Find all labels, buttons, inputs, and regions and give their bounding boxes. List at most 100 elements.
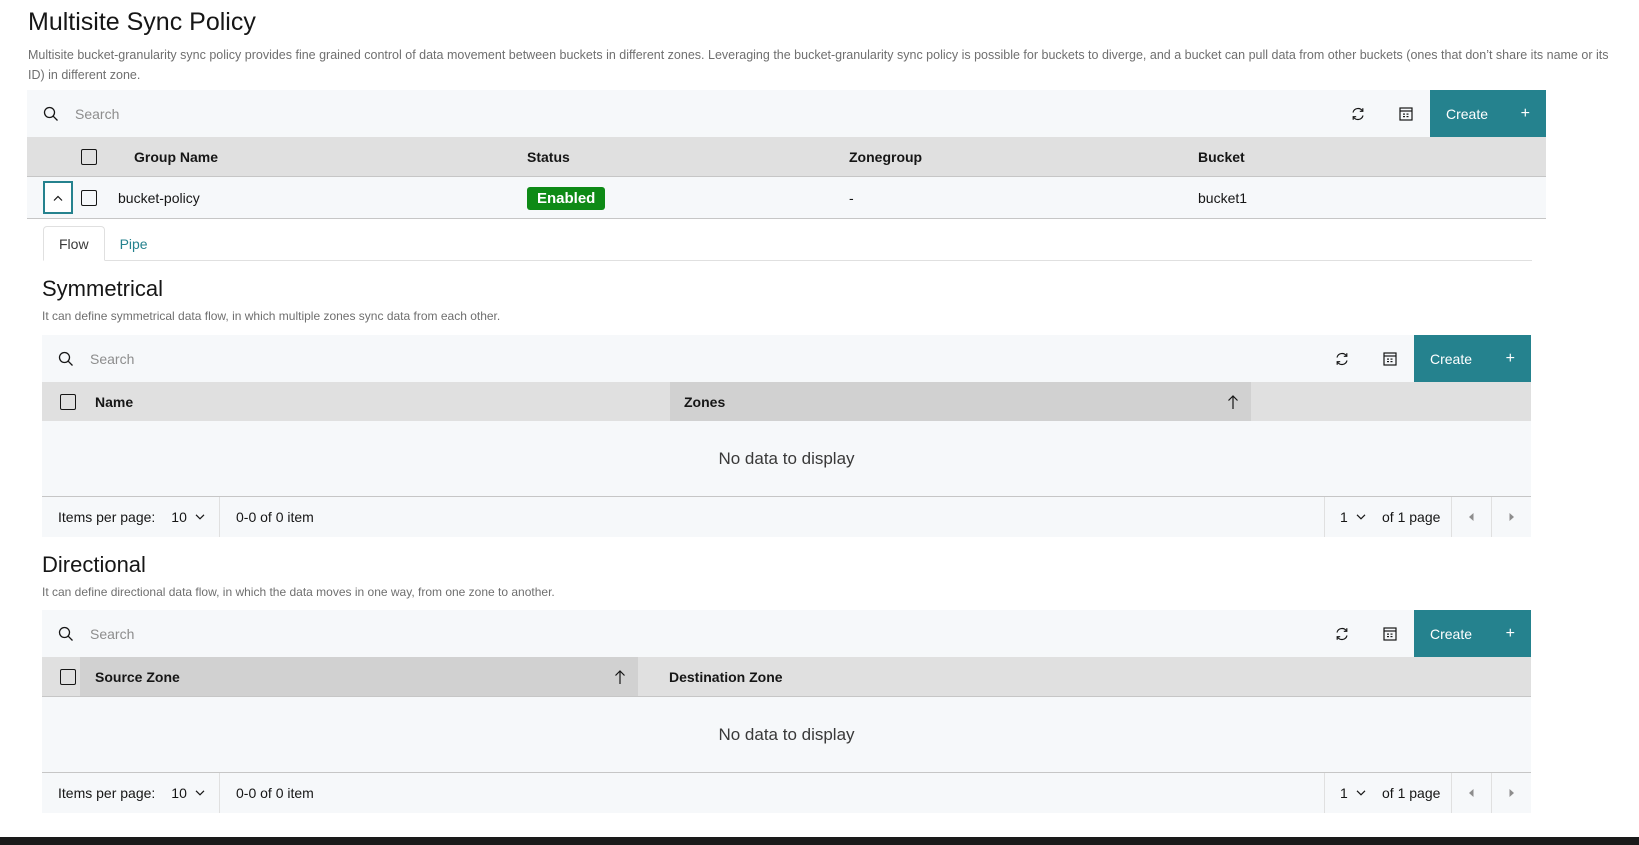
page-select[interactable]: 1 bbox=[1324, 497, 1381, 537]
column-settings-button[interactable] bbox=[1366, 610, 1414, 658]
items-per-page-label: Items per page: bbox=[58, 785, 156, 801]
select-all-checkbox[interactable] bbox=[60, 668, 76, 685]
column-header-zones-label: Zones bbox=[684, 393, 726, 410]
current-page: 1 bbox=[1340, 785, 1348, 801]
table-settings-icon bbox=[1383, 627, 1397, 641]
create-label: Create bbox=[1430, 351, 1473, 367]
symmetrical-table-header: Name Zones bbox=[42, 382, 1531, 422]
items-per-page-value: 10 bbox=[171, 509, 187, 525]
column-header-zones[interactable]: Zones bbox=[670, 382, 1251, 421]
directional-search-input[interactable] bbox=[90, 610, 1318, 658]
refresh-button[interactable] bbox=[1318, 335, 1366, 383]
items-per-page-select[interactable]: 10 bbox=[171, 785, 205, 801]
items-per-page-label: Items per page: bbox=[58, 509, 156, 525]
directional-title: Directional bbox=[42, 552, 146, 577]
row-checkbox[interactable] bbox=[81, 190, 97, 206]
chevron-down-icon bbox=[1356, 790, 1366, 796]
tab-flow[interactable]: Flow bbox=[43, 226, 105, 261]
select-all-checkbox[interactable] bbox=[81, 148, 97, 165]
chevron-down-icon bbox=[195, 514, 205, 520]
main-create-button[interactable]: Create + bbox=[1430, 90, 1546, 138]
status-badge: Enabled bbox=[527, 186, 606, 210]
previous-page-button[interactable] bbox=[1451, 497, 1491, 537]
total-pages: of 1 page bbox=[1382, 785, 1441, 801]
table-settings-icon bbox=[1399, 107, 1413, 121]
caret-left-icon bbox=[1469, 513, 1474, 521]
caret-right-icon bbox=[1509, 513, 1514, 521]
refresh-icon bbox=[1352, 107, 1364, 121]
plus-icon: + bbox=[1520, 105, 1530, 122]
row-collapse-button[interactable] bbox=[43, 181, 73, 214]
plus-icon: + bbox=[1505, 625, 1515, 642]
page-select[interactable]: 1 bbox=[1324, 773, 1381, 813]
directional-toolbar: Create + bbox=[42, 610, 1531, 658]
search-icon bbox=[42, 335, 90, 383]
items-per-page-select[interactable]: 10 bbox=[171, 509, 205, 525]
tab-pipe[interactable]: Pipe bbox=[105, 226, 163, 261]
directional-create-button[interactable]: Create + bbox=[1414, 610, 1531, 658]
refresh-button[interactable] bbox=[1318, 610, 1366, 658]
table-settings-icon bbox=[1383, 352, 1397, 366]
column-header-status[interactable]: Status bbox=[527, 137, 570, 176]
symmetrical-pagination: Items per page: 10 0-0 of 0 item 1 of 1 … bbox=[42, 497, 1531, 537]
total-pages: of 1 page bbox=[1382, 509, 1441, 525]
column-header-name[interactable]: Name bbox=[95, 382, 133, 421]
symmetrical-description: It can define symmetrical data flow, in … bbox=[42, 309, 501, 323]
column-header-zonegroup[interactable]: Zonegroup bbox=[849, 137, 922, 176]
caret-left-icon bbox=[1469, 789, 1474, 797]
items-per-page: Items per page: 10 bbox=[42, 497, 220, 537]
current-page: 1 bbox=[1340, 509, 1348, 525]
refresh-icon bbox=[1336, 627, 1348, 641]
directional-description: It can define directional data flow, in … bbox=[42, 585, 555, 599]
create-label: Create bbox=[1446, 106, 1489, 122]
symmetrical-title: Symmetrical bbox=[42, 276, 164, 301]
column-header-destination-zone[interactable]: Destination Zone bbox=[669, 657, 783, 696]
plus-icon: + bbox=[1505, 350, 1515, 367]
cell-bucket: bucket1 bbox=[1198, 190, 1248, 206]
items-per-page-value: 10 bbox=[171, 785, 187, 801]
select-all-cell bbox=[81, 137, 97, 176]
column-header-group-name[interactable]: Group Name bbox=[134, 137, 218, 176]
previous-page-button[interactable] bbox=[1451, 773, 1491, 813]
select-all-checkbox[interactable] bbox=[60, 393, 76, 410]
main-table-toolbar: Create + bbox=[27, 90, 1546, 138]
main-table-header: Group Name Status Zonegroup Bucket bbox=[27, 137, 1546, 177]
chevron-down-icon bbox=[1356, 514, 1366, 520]
symmetrical-create-button[interactable]: Create + bbox=[1414, 335, 1531, 383]
cell-zonegroup: - bbox=[849, 190, 854, 206]
search-icon bbox=[42, 610, 90, 658]
select-all-cell bbox=[60, 382, 76, 421]
detail-tabs: Flow Pipe bbox=[43, 226, 1532, 261]
symmetrical-empty-state: No data to display bbox=[42, 421, 1531, 498]
column-header-source-zone[interactable]: Source Zone bbox=[80, 657, 638, 696]
row-select-cell bbox=[81, 177, 97, 219]
pagination-range: 0-0 of 0 item bbox=[236, 785, 314, 801]
directional-table-header: Source Zone Destination Zone bbox=[42, 657, 1531, 697]
chevron-up-icon bbox=[53, 195, 63, 201]
directional-pagination: Items per page: 10 0-0 of 0 item 1 of 1 … bbox=[42, 773, 1531, 813]
page: Multisite Sync Policy Multisite bucket-g… bbox=[0, 0, 1639, 837]
create-label: Create bbox=[1430, 626, 1473, 642]
sort-ascending-icon bbox=[1228, 394, 1238, 409]
column-settings-button[interactable] bbox=[1366, 335, 1414, 383]
select-all-cell bbox=[60, 657, 76, 696]
chevron-down-icon bbox=[195, 790, 205, 796]
sort-ascending-icon bbox=[615, 669, 625, 684]
next-page-button[interactable] bbox=[1491, 773, 1531, 813]
pagination-range: 0-0 of 0 item bbox=[236, 509, 314, 525]
column-header-bucket[interactable]: Bucket bbox=[1198, 137, 1245, 176]
column-settings-button[interactable] bbox=[1382, 90, 1430, 138]
main-search-input[interactable] bbox=[75, 90, 1334, 138]
table-row[interactable]: bucket-policy Enabled - bucket1 bbox=[27, 177, 1546, 219]
refresh-button[interactable] bbox=[1334, 90, 1382, 138]
cell-group-name: bucket-policy bbox=[118, 190, 200, 206]
caret-right-icon bbox=[1509, 789, 1514, 797]
cell-status: Enabled bbox=[527, 177, 606, 219]
directional-empty-state: No data to display bbox=[42, 697, 1531, 774]
symmetrical-search-input[interactable] bbox=[90, 335, 1318, 383]
refresh-icon bbox=[1336, 352, 1348, 366]
page-title: Multisite Sync Policy bbox=[28, 8, 256, 36]
next-page-button[interactable] bbox=[1491, 497, 1531, 537]
page-description: Multisite bucket-granularity sync policy… bbox=[28, 48, 1609, 82]
search-icon bbox=[27, 90, 75, 138]
